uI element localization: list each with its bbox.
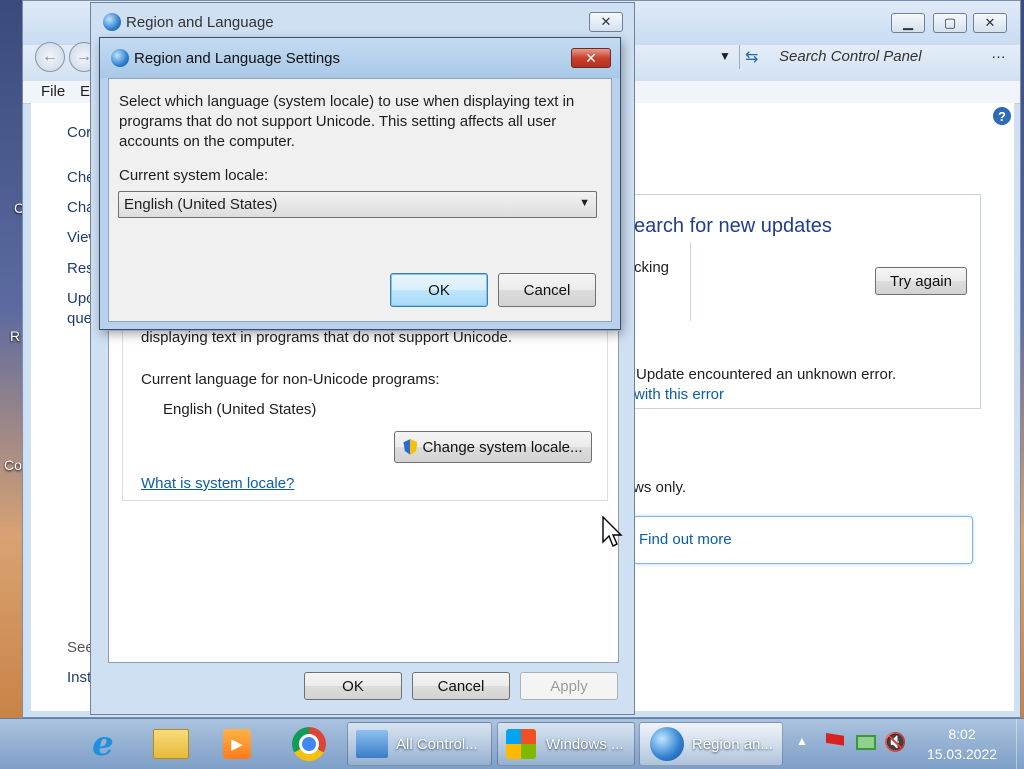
menu-edit[interactable]: E: [80, 83, 90, 100]
globe-icon: [650, 727, 684, 761]
sidebar-item-5-cont[interactable]: que: [67, 310, 92, 327]
network-icon[interactable]: [856, 735, 876, 750]
find-out-more-link[interactable]: Find out more: [639, 531, 732, 548]
taskbar-item-label: All Control...: [396, 735, 478, 753]
find-out-more-box[interactable]: Find out more: [633, 516, 973, 564]
clock[interactable]: 8:02 15.03.2022: [924, 724, 1000, 764]
checking-text: cking: [634, 259, 670, 276]
show-hidden-icons-button[interactable]: ▲: [796, 734, 808, 748]
current-lang-label: Current language for non-Unicode program…: [141, 371, 440, 388]
tab-content: displaying text in programs that do not …: [108, 329, 619, 663]
locale-label: Current system locale:: [119, 167, 269, 184]
windows-only-text: ws only.: [633, 479, 687, 496]
maximize-icon: ▢: [943, 15, 957, 30]
error-text: Update encountered an unknown error.: [636, 366, 897, 383]
update-title: earch for new updates: [634, 215, 832, 237]
ok-button[interactable]: OK: [304, 672, 402, 700]
help-icon[interactable]: ?: [993, 107, 1011, 125]
desktop-label-3: Co: [4, 457, 22, 473]
sidebar-item-home[interactable]: Cor: [67, 124, 91, 141]
menu-file[interactable]: File: [41, 83, 65, 100]
windows-update-icon: [506, 729, 536, 759]
mouse-cursor-icon: [602, 516, 623, 547]
system-locale-value: English (United States): [124, 196, 278, 213]
back-button[interactable]: ←: [35, 42, 65, 72]
refresh-icon[interactable]: ⇆: [745, 47, 758, 67]
dialog-close-button[interactable]: ✕: [571, 48, 611, 68]
chevron-down-icon: ▼: [579, 197, 590, 209]
dialog-cancel-button[interactable]: Cancel: [498, 273, 596, 307]
taskbar-item-label: Windows ...: [546, 735, 624, 753]
media-player-icon[interactable]: ▶: [218, 725, 256, 763]
volume-muted-icon[interactable]: 🔇: [884, 732, 906, 753]
close-icon: ✕: [600, 14, 612, 29]
ie-icon[interactable]: e: [84, 724, 122, 764]
close-icon: ✕: [585, 49, 597, 66]
folder-icon[interactable]: [152, 725, 190, 763]
dialog-titlebar: Region and Language Settings ✕: [100, 38, 620, 78]
cancel-button[interactable]: Cancel: [412, 672, 510, 700]
panel-divider: [690, 243, 691, 321]
dropdown-arrow-icon[interactable]: ▼: [719, 49, 731, 63]
settings-dialog: Region and Language Settings ✕ Select wh…: [99, 37, 621, 330]
desktop-label-2: R: [10, 328, 21, 344]
taskbar-item-region-language[interactable]: Region an...: [639, 722, 783, 766]
system-locale-select[interactable]: English (United States) ▼: [118, 191, 597, 218]
dialog-client: Select which language (system locale) to…: [108, 78, 612, 322]
non-unicode-group: displaying text in programs that do not …: [122, 329, 608, 501]
minimize-button[interactable]: ▁: [891, 13, 925, 33]
dialog-description: Select which language (system locale) to…: [119, 93, 575, 150]
chrome-icon[interactable]: [290, 725, 328, 763]
taskbar-item-control-panel[interactable]: All Control...: [347, 722, 492, 766]
what-is-locale-link[interactable]: What is system locale?: [141, 475, 294, 492]
window-title: Region and Language: [126, 14, 274, 31]
search-input[interactable]: Search Control Panel: [779, 48, 922, 65]
unicode-text: displaying text in programs that do not …: [141, 329, 513, 346]
more-icon[interactable]: …: [991, 45, 1006, 62]
shield-icon: [403, 439, 418, 455]
change-system-locale-button[interactable]: Change system locale...: [394, 431, 592, 463]
rl-close-button[interactable]: ✕: [589, 12, 623, 32]
taskbar-item-windows-update[interactable]: Windows ...: [497, 722, 635, 766]
close-icon: ✕: [984, 15, 996, 30]
close-button[interactable]: ✕: [973, 13, 1007, 33]
maximize-button[interactable]: ▢: [933, 13, 967, 33]
change-locale-label: Change system locale...: [422, 438, 583, 456]
apply-button[interactable]: Apply: [520, 672, 618, 700]
minimize-icon: ▁: [903, 15, 913, 30]
back-arrow-icon: ←: [42, 48, 58, 65]
address-divider: [739, 45, 740, 69]
clock-date: 15.03.2022: [926, 746, 998, 762]
show-desktop-button[interactable]: [1016, 719, 1024, 769]
action-center-flag-icon[interactable]: [826, 733, 844, 746]
update-panel: earch for new updates cking Try again Up…: [633, 194, 981, 409]
error-help-link[interactable]: with this error: [634, 386, 724, 403]
dialog-title: Region and Language Settings: [134, 50, 341, 67]
current-lang-value: English (United States): [163, 401, 317, 418]
taskbar: e ▶ All Control... Windows ... Region an…: [0, 718, 1024, 769]
control-panel-icon: [356, 730, 388, 758]
taskbar-item-label: Region an...: [692, 735, 773, 753]
globe-icon: [103, 13, 121, 31]
clock-time: 8:02: [948, 726, 976, 742]
globe-icon: [111, 49, 129, 67]
sidebar-item-installed[interactable]: Inst: [67, 669, 91, 686]
dialog-ok-button[interactable]: OK: [390, 273, 488, 307]
try-again-button[interactable]: Try again: [875, 267, 967, 295]
